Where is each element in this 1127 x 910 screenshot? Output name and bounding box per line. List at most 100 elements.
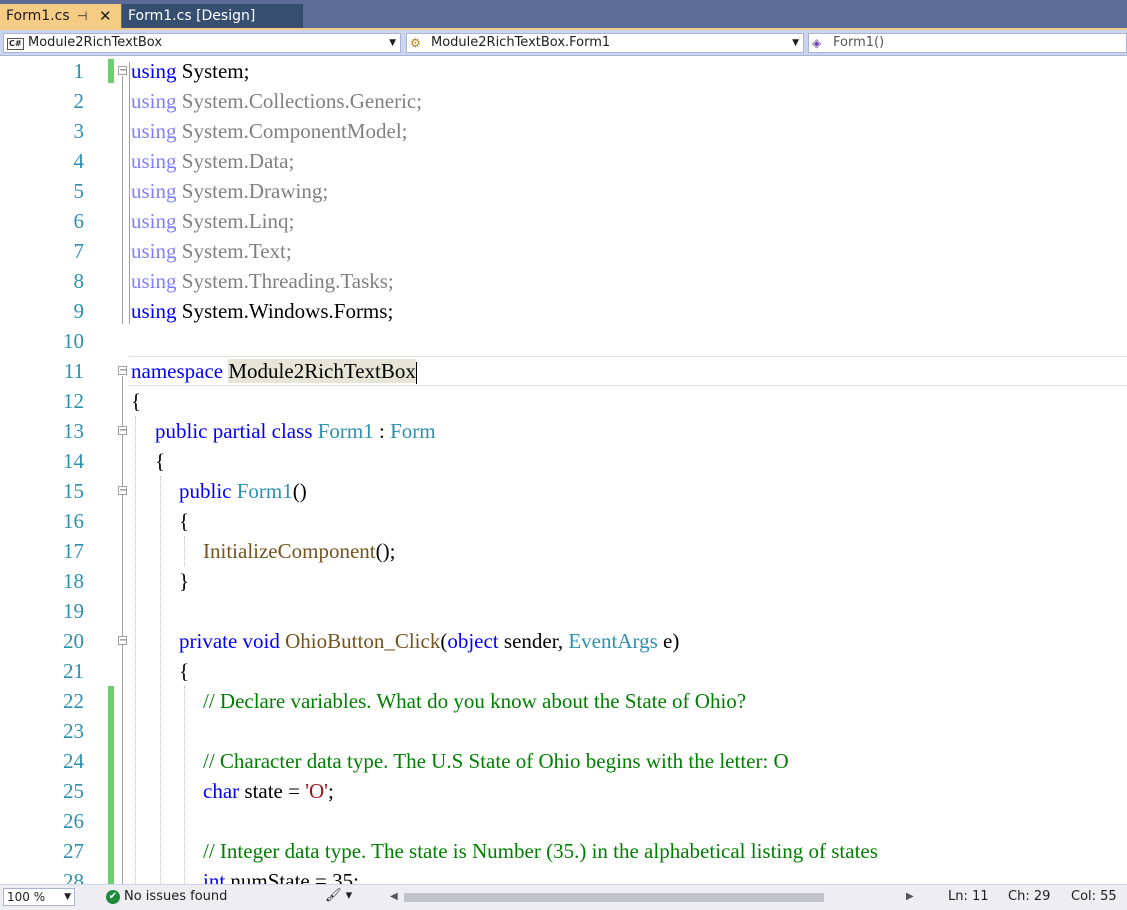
- member-label: Form1(): [833, 35, 885, 50]
- issues-indicator[interactable]: ✔ No issues found: [106, 889, 227, 905]
- line-number: 9: [73, 299, 85, 323]
- line-number: 4: [73, 149, 85, 173]
- collapse-icon[interactable]: −: [118, 486, 127, 496]
- code-line: using System.Drawing;: [131, 179, 329, 203]
- line-number: 16: [63, 509, 84, 533]
- line-number: 12: [63, 389, 84, 413]
- namespace-name: Module2RichTextBox: [228, 359, 416, 383]
- line-number: 24: [63, 749, 84, 773]
- line-number: 19: [63, 599, 84, 623]
- issues-label: No issues found: [124, 889, 228, 904]
- class-icon: ⚙: [410, 36, 421, 50]
- code-line: using System.Text;: [131, 239, 292, 263]
- horizontal-scrollbar[interactable]: ◀ ▶: [388, 889, 918, 905]
- code-line: using System.Threading.Tasks;: [131, 269, 394, 293]
- using-block-line: [129, 62, 130, 324]
- code-line: using System.ComponentModel;: [131, 119, 408, 143]
- collapse-icon[interactable]: −: [118, 66, 127, 76]
- line-number: 22: [63, 689, 84, 713]
- tab-label: Form1.cs: [6, 8, 70, 24]
- change-marker: [108, 59, 114, 83]
- document-tab-strip: Form1.cs ⊣ ✕ Form1.cs [Design]: [0, 0, 1127, 30]
- scroll-left-icon[interactable]: ◀: [390, 889, 398, 905]
- check-circle-icon: ✔: [106, 889, 120, 904]
- code-line: private void OhioButton_Click(object sen…: [179, 629, 680, 653]
- code-line: // Declare variables. What do you know a…: [203, 689, 747, 713]
- line-number: 23: [63, 719, 84, 743]
- chevron-down-icon: ▼: [792, 38, 799, 48]
- line-number: 1: [73, 59, 85, 83]
- line-number: 20: [63, 629, 84, 653]
- tab-form1-cs[interactable]: Form1.cs ⊣ ✕: [0, 4, 121, 28]
- collapse-icon[interactable]: −: [118, 636, 127, 646]
- code-line: using System.Data;: [131, 149, 295, 173]
- code-line: public Form1(): [179, 479, 307, 503]
- column-indicator: Col: 55: [1071, 889, 1117, 904]
- line-number: 5: [73, 179, 85, 203]
- project-label: Module2RichTextBox: [28, 35, 163, 50]
- line-number: 2: [73, 89, 85, 113]
- code-line: InitializeComponent();: [203, 539, 396, 563]
- project-dropdown[interactable]: C# Module2RichTextBox ▼: [3, 33, 401, 53]
- line-number: 18: [63, 569, 84, 593]
- line-number: 11: [63, 359, 84, 383]
- line-number: 13: [63, 419, 84, 443]
- code-editor[interactable]: 1 2 3 4 5 6 7 8 9 10 11 12 13 14 15 16 1…: [0, 56, 1127, 884]
- line-number: 15: [63, 479, 84, 503]
- code-line: // Character data type. The U.S State of…: [203, 749, 789, 773]
- line-number: 17: [63, 539, 84, 563]
- line-number: 8: [73, 269, 85, 293]
- char-indicator: Ch: 29: [1008, 889, 1051, 904]
- line-number: 14: [63, 449, 84, 473]
- outline-line: [122, 376, 123, 884]
- code-cleanup-icon[interactable]: 🖌 ▾: [325, 888, 352, 903]
- change-marker: [108, 686, 114, 884]
- csharp-project-icon: C#: [7, 38, 24, 50]
- collapse-icon[interactable]: −: [118, 426, 127, 436]
- close-icon[interactable]: ✕: [99, 4, 112, 28]
- code-line: {: [131, 389, 142, 413]
- code-line: using System.Linq;: [131, 209, 295, 233]
- class-label: Module2RichTextBox.Form1: [431, 35, 611, 50]
- collapse-icon[interactable]: −: [118, 366, 127, 376]
- line-number: 6: [73, 209, 85, 233]
- indent-guide: [135, 416, 136, 884]
- editor-status-bar: 100 % ▼ ✔ No issues found 🖌 ▾ ◀ ▶ Ln: 11 …: [0, 884, 1127, 910]
- code-line: {: [179, 659, 190, 683]
- outline-line: [122, 76, 123, 324]
- code-line: {: [179, 509, 190, 533]
- code-line: namespace Module2RichTextBox: [131, 359, 417, 385]
- line-number: 25: [63, 779, 84, 803]
- member-dropdown[interactable]: ◈ Form1(): [808, 33, 1127, 53]
- line-indicator: Ln: 11: [948, 889, 989, 904]
- chevron-down-icon: ▼: [389, 38, 396, 48]
- code-line: using System;: [131, 59, 250, 83]
- scroll-right-icon[interactable]: ▶: [906, 889, 914, 905]
- indent-guide: [184, 536, 185, 566]
- code-line: using System.Windows.Forms;: [131, 299, 394, 323]
- code-line: }: [179, 569, 190, 593]
- line-number: 21: [63, 659, 84, 683]
- code-line: int numState = 35;: [203, 869, 359, 884]
- line-number: 10: [63, 329, 84, 353]
- indent-guide: [160, 476, 161, 884]
- code-line: char state = 'O';: [203, 779, 334, 803]
- tab-form1-design[interactable]: Form1.cs [Design]: [122, 4, 303, 28]
- zoom-level: 100 %: [7, 890, 46, 904]
- line-number: 7: [73, 239, 85, 263]
- class-dropdown[interactable]: ⚙ Module2RichTextBox.Form1 ▼: [406, 33, 804, 53]
- scrollbar-thumb[interactable]: [404, 893, 824, 902]
- code-line: {: [155, 449, 166, 473]
- line-number: 27: [63, 839, 84, 863]
- tab-label: Form1.cs [Design]: [128, 8, 256, 24]
- code-line: public partial class Form1 : Form: [155, 419, 436, 443]
- text-caret: [415, 362, 417, 385]
- navigation-bar: C# Module2RichTextBox ▼ ⚙ Module2RichTex…: [0, 30, 1127, 56]
- zoom-dropdown[interactable]: 100 % ▼: [3, 888, 75, 906]
- pin-icon[interactable]: ⊣: [77, 4, 87, 28]
- indent-guide: [184, 686, 185, 884]
- chevron-down-icon: ▼: [64, 892, 71, 902]
- code-line: // Integer data type. The state is Numbe…: [203, 839, 878, 863]
- line-number: 26: [63, 809, 84, 833]
- line-number: 3: [73, 119, 85, 143]
